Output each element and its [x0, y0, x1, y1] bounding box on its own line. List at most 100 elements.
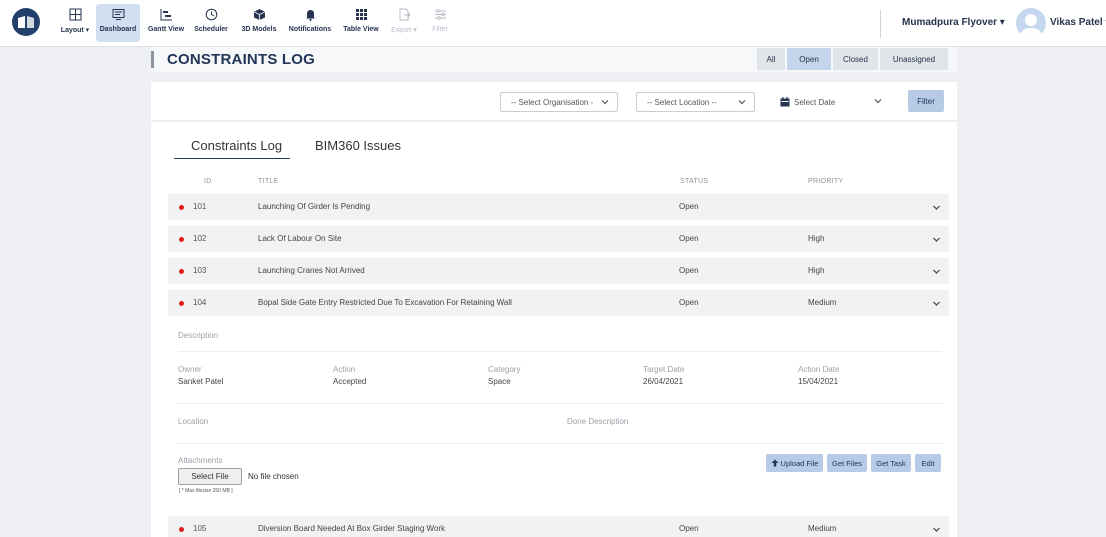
attachments-label: Attachments — [178, 456, 223, 465]
filter-closed-button[interactable]: Closed — [833, 48, 878, 70]
nav-export[interactable]: Export ▾ — [386, 4, 422, 42]
tab-bim360-issues[interactable]: BIM360 Issues — [315, 138, 401, 153]
column-header-status: STATUS — [680, 178, 709, 185]
date-picker-value: Select Date — [794, 97, 836, 107]
nav-gantt-label: Gantt View — [147, 26, 185, 33]
nav-notifications-label: Notifications — [288, 26, 332, 33]
file-status: No file chosen — [248, 472, 299, 481]
done-description-label: Done Description — [567, 417, 629, 426]
layout-icon — [69, 8, 81, 20]
tab-constraints-log[interactable]: Constraints Log — [191, 138, 282, 153]
row-id: 102 — [193, 234, 207, 243]
date-picker[interactable]: Select Date — [772, 92, 890, 112]
table-row[interactable]: 104 Bopal Side Gate Entry Restricted Due… — [168, 290, 949, 316]
status-dot — [179, 269, 184, 274]
file-size-hint: [ * Max filesize 250 MB ] — [179, 488, 233, 494]
row-title: Launching Cranes Not Arrived — [258, 266, 365, 275]
title-accent-bar — [151, 51, 154, 68]
row-status: Open — [679, 266, 699, 275]
app-logo[interactable] — [12, 8, 40, 36]
chevron-down-icon[interactable] — [932, 299, 941, 308]
filter-button[interactable]: Filter — [908, 90, 944, 112]
row-title: Bopal Side Gate Entry Restricted Due To … — [258, 298, 512, 307]
user-avatar-icon — [1020, 14, 1042, 38]
row-status: Open — [679, 524, 699, 533]
filter-icon — [434, 8, 446, 20]
action-date-label: Action Date — [798, 365, 840, 374]
nav-filter[interactable]: Filter — [428, 4, 452, 42]
chevron-down-icon[interactable] — [932, 203, 941, 212]
row-id: 104 — [193, 298, 207, 307]
nav-dashboard[interactable]: Dashboard — [96, 4, 140, 42]
nav-3d-models[interactable]: 3D Models — [238, 4, 280, 42]
divider — [178, 351, 942, 352]
chevron-down-icon[interactable] — [932, 267, 941, 276]
table-row[interactable]: 105 Diversion Board Needed At Box Girder… — [168, 516, 949, 537]
nav-notifications[interactable]: Notifications — [286, 4, 334, 42]
table-row[interactable]: 103 Launching Cranes Not Arrived Open Hi… — [168, 258, 949, 284]
select-file-button[interactable]: Select File — [178, 468, 242, 485]
organisation-select[interactable]: -- Select Organisation - — [500, 92, 618, 112]
row-status: Open — [679, 298, 699, 307]
filter-open-button[interactable]: Open — [787, 48, 831, 70]
status-dot — [179, 527, 184, 532]
active-tab-indicator — [174, 158, 290, 159]
organisation-select-value: -- Select Organisation - — [511, 97, 594, 107]
location-select[interactable]: -- Select Location -- — [636, 92, 755, 112]
cube-icon — [253, 8, 265, 20]
user-dropdown[interactable]: Vikas Patel ▾ — [1050, 17, 1106, 28]
divider — [178, 403, 942, 404]
row-priority: High — [808, 234, 825, 243]
owner-value: Sanket Patel — [178, 377, 224, 386]
nav-scheduler[interactable]: Scheduler — [192, 4, 230, 42]
column-header-priority: PRIORITY — [808, 178, 844, 185]
category-value: Space — [488, 377, 511, 386]
row-title: Launching Of Girder Is Pending — [258, 202, 371, 211]
get-files-button[interactable]: Get Files — [827, 454, 867, 472]
grid-icon — [355, 8, 367, 20]
nav-table-view-label: Table View — [343, 26, 379, 33]
nav-table-view[interactable]: Table View — [341, 4, 381, 42]
category-label: Category — [488, 365, 521, 374]
chevron-down-icon[interactable] — [932, 235, 941, 244]
row-priority: Medium — [808, 524, 837, 533]
edit-button[interactable]: Edit — [915, 454, 941, 472]
row-status: Open — [679, 202, 699, 211]
nav-layout[interactable]: Layout ▾ — [58, 4, 92, 42]
export-icon — [399, 8, 411, 20]
row-id: 103 — [193, 266, 207, 275]
upload-file-button[interactable]: Upload File — [766, 454, 823, 472]
avatar[interactable] — [1016, 8, 1046, 38]
nav-dashboard-label: Dashboard — [99, 26, 137, 33]
status-dot — [179, 237, 184, 242]
logo-icon — [18, 16, 34, 28]
row-title: Diversion Board Needed At Box Girder Sta… — [258, 524, 446, 533]
action-date-value: 15/04/2021 — [798, 377, 839, 386]
status-dot — [179, 205, 184, 210]
dashboard-icon — [112, 8, 124, 20]
chevron-down-icon[interactable] — [932, 525, 941, 534]
nav-3d-models-label: 3D Models — [241, 26, 277, 33]
action-value: Accepted — [333, 377, 367, 386]
calendar-icon — [780, 97, 790, 107]
row-title: Lack Of Labour On Site — [258, 234, 342, 243]
nav-gantt-view[interactable]: Gantt View — [146, 4, 186, 42]
chevron-down-icon — [874, 99, 882, 104]
get-task-button[interactable]: Get Task — [871, 454, 911, 472]
filter-all-button[interactable]: All — [757, 48, 785, 70]
row-priority: Medium — [808, 298, 837, 307]
nav-filter-label: Filter — [432, 26, 448, 33]
status-dot — [179, 301, 184, 306]
description-label: Description — [178, 331, 219, 340]
project-dropdown[interactable]: Mumadpura Flyover ▾ — [902, 17, 1005, 28]
nav-layout-label: Layout ▾ — [60, 27, 90, 34]
row-id: 105 — [193, 524, 207, 533]
page-title: CONSTRAINTS LOG — [167, 51, 315, 68]
divider — [178, 443, 942, 444]
table-row[interactable]: 102 Lack Of Labour On Site Open High — [168, 226, 949, 252]
table-row[interactable]: 101 Launching Of Girder Is Pending Open — [168, 194, 949, 220]
row-status: Open — [679, 234, 699, 243]
filter-unassigned-button[interactable]: Unassigned — [880, 48, 948, 70]
toolbar-divider — [880, 10, 881, 38]
action-label: Action — [333, 365, 356, 374]
